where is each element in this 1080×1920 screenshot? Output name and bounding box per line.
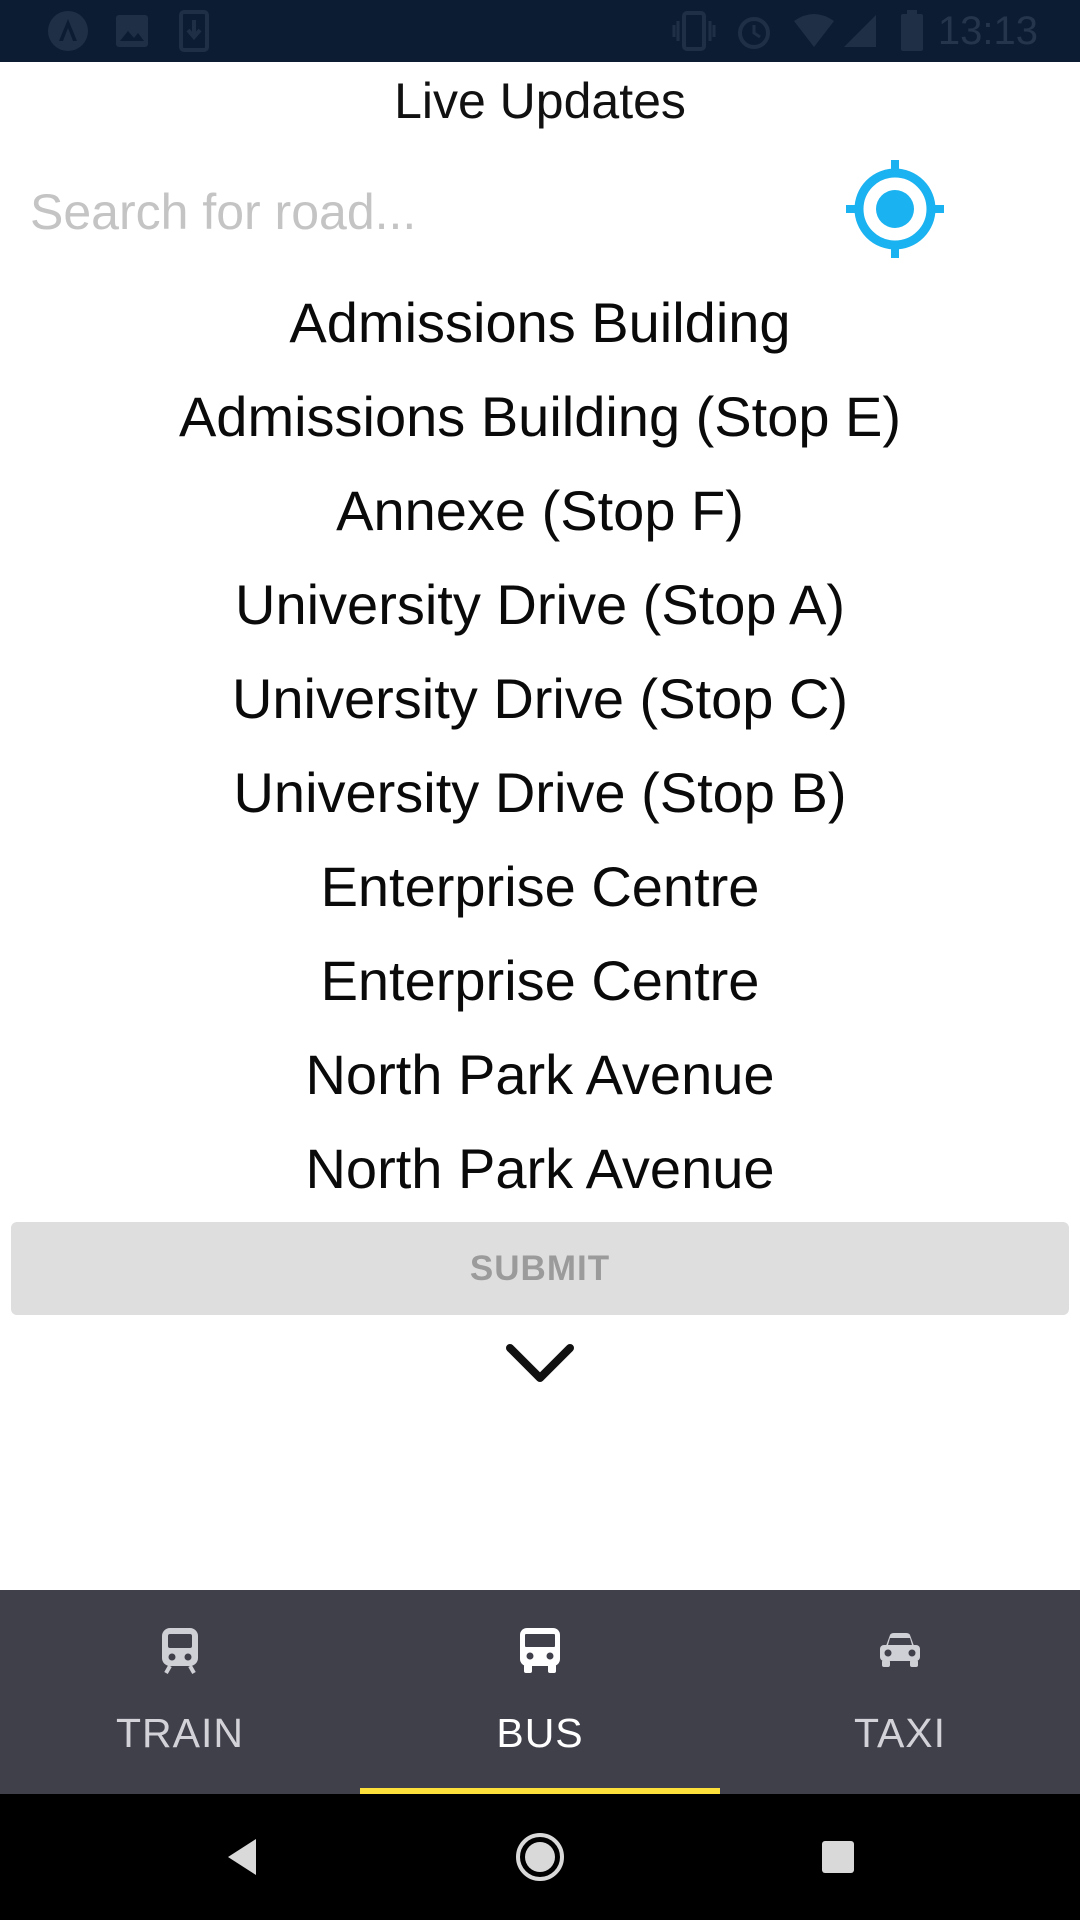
crosshair-icon xyxy=(846,160,944,258)
list-item[interactable]: Admissions Building xyxy=(0,276,1080,370)
list-item[interactable]: University Drive (Stop C) xyxy=(0,652,1080,746)
list-item[interactable]: Enterprise Centre xyxy=(0,840,1080,934)
back-button[interactable] xyxy=(206,1821,278,1893)
status-bar: 13:13 xyxy=(0,0,1080,62)
home-icon xyxy=(516,1833,564,1881)
locate-button[interactable] xyxy=(844,158,946,260)
list-item[interactable]: Annexe (Stop F) xyxy=(0,464,1080,558)
back-icon xyxy=(228,1839,256,1875)
tab-label: BUS xyxy=(496,1710,584,1756)
status-time: 13:13 xyxy=(937,9,1038,53)
recents-icon xyxy=(822,1841,854,1873)
list-item[interactable]: Admissions Building (Stop E) xyxy=(0,370,1080,464)
page-title: Live Updates xyxy=(394,73,686,129)
tab-bus[interactable]: BUS xyxy=(360,1590,720,1794)
download-icon xyxy=(172,9,216,53)
battery-icon xyxy=(890,9,934,53)
expand-button[interactable] xyxy=(500,1334,580,1394)
bus-icon xyxy=(516,1620,564,1680)
tab-train[interactable]: TRAIN xyxy=(0,1590,360,1794)
submit-button[interactable]: SUBMIT xyxy=(11,1222,1069,1315)
list-item[interactable]: Enterprise Centre xyxy=(0,934,1080,1028)
tab-taxi[interactable]: TAXI xyxy=(720,1590,1080,1794)
system-nav-bar xyxy=(0,1794,1080,1920)
list-item[interactable]: University Drive (Stop A) xyxy=(0,558,1080,652)
android-circle-icon xyxy=(46,9,90,53)
signal-icon xyxy=(838,9,882,53)
alarm-icon xyxy=(732,9,776,53)
list-item[interactable]: University Drive (Stop B) xyxy=(0,746,1080,840)
list-item[interactable]: North Park Avenue xyxy=(0,1028,1080,1122)
vibrate-icon xyxy=(672,9,716,53)
tab-label: TAXI xyxy=(853,1710,947,1756)
list-item[interactable]: North Park Avenue xyxy=(0,1122,1080,1216)
car-icon xyxy=(878,1620,922,1680)
home-button[interactable] xyxy=(504,1821,576,1893)
chevron-down-icon xyxy=(506,1344,574,1382)
image-icon xyxy=(110,9,154,53)
recents-button[interactable] xyxy=(802,1821,874,1893)
tab-label: TRAIN xyxy=(116,1710,244,1756)
tab-bar: TRAIN BUS TAXI xyxy=(0,1590,1080,1794)
wifi-icon xyxy=(792,9,836,53)
train-icon xyxy=(160,1620,200,1680)
search-input[interactable] xyxy=(30,172,810,252)
stop-list: Admissions Building Admissions Building … xyxy=(0,276,1080,1216)
